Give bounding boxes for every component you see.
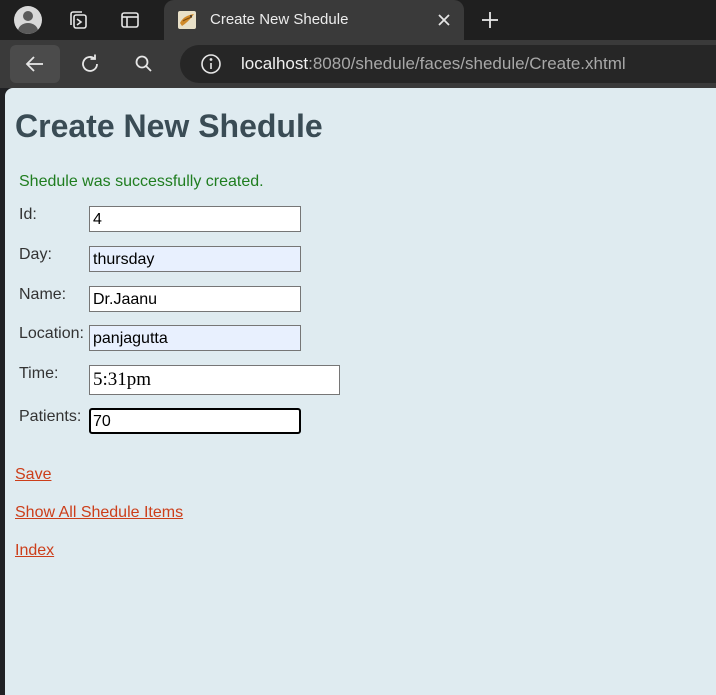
close-tab-button[interactable] xyxy=(432,8,456,32)
location-label: Location: xyxy=(19,325,84,342)
arrow-left-icon xyxy=(25,56,43,72)
id-field[interactable] xyxy=(89,206,301,232)
time-field[interactable] xyxy=(89,365,340,395)
address-bar[interactable]: localhost:8080/shedule/faces/shedule/Cre… xyxy=(180,45,716,83)
save-link[interactable]: Save xyxy=(15,466,51,484)
tab-title: Create New Shedule xyxy=(210,11,349,28)
show-all-link[interactable]: Show All Shedule Items xyxy=(15,504,183,522)
location-field[interactable] xyxy=(89,325,301,351)
workspaces-icon xyxy=(70,11,87,29)
glassfish-favicon-icon xyxy=(178,11,196,29)
time-label: Time: xyxy=(19,365,59,382)
name-label: Name: xyxy=(19,286,67,303)
workspaces-button[interactable] xyxy=(62,4,94,36)
new-tab-button[interactable] xyxy=(474,4,506,36)
id-label: Id: xyxy=(19,206,37,223)
reload-button[interactable] xyxy=(72,46,108,82)
tab-actions-button[interactable] xyxy=(114,4,146,36)
reload-icon xyxy=(82,54,98,72)
info-icon[interactable] xyxy=(200,53,222,75)
day-field[interactable] xyxy=(89,246,301,272)
browser-toolbar: localhost:8080/shedule/faces/shedule/Cre… xyxy=(0,40,716,88)
back-button[interactable] xyxy=(10,45,60,83)
active-tab[interactable]: Create New Shedule xyxy=(164,0,464,40)
page-title: Create New Shedule xyxy=(15,108,323,144)
name-field[interactable] xyxy=(89,286,301,312)
patients-field[interactable] xyxy=(89,408,301,434)
url-text: localhost:8080/shedule/faces/shedule/Cre… xyxy=(241,54,626,74)
tab-strip: Create New Shedule xyxy=(0,0,716,40)
index-link[interactable]: Index xyxy=(15,542,54,560)
tab-actions-icon xyxy=(121,12,139,28)
search-icon xyxy=(135,55,152,72)
search-button[interactable] xyxy=(126,46,162,82)
page-viewport: Create New Shedule Shedule was successfu… xyxy=(5,88,716,695)
url-path: :8080/shedule/faces/shedule/Create.xhtml xyxy=(308,54,626,73)
day-label: Day: xyxy=(19,246,52,263)
close-icon xyxy=(438,14,450,26)
success-message: Shedule was successfully created. xyxy=(19,173,264,190)
profile-button[interactable] xyxy=(12,4,44,36)
profile-avatar-icon xyxy=(14,6,42,34)
patients-label: Patients: xyxy=(19,408,82,425)
plus-icon xyxy=(482,12,498,28)
url-host: localhost xyxy=(241,54,309,73)
